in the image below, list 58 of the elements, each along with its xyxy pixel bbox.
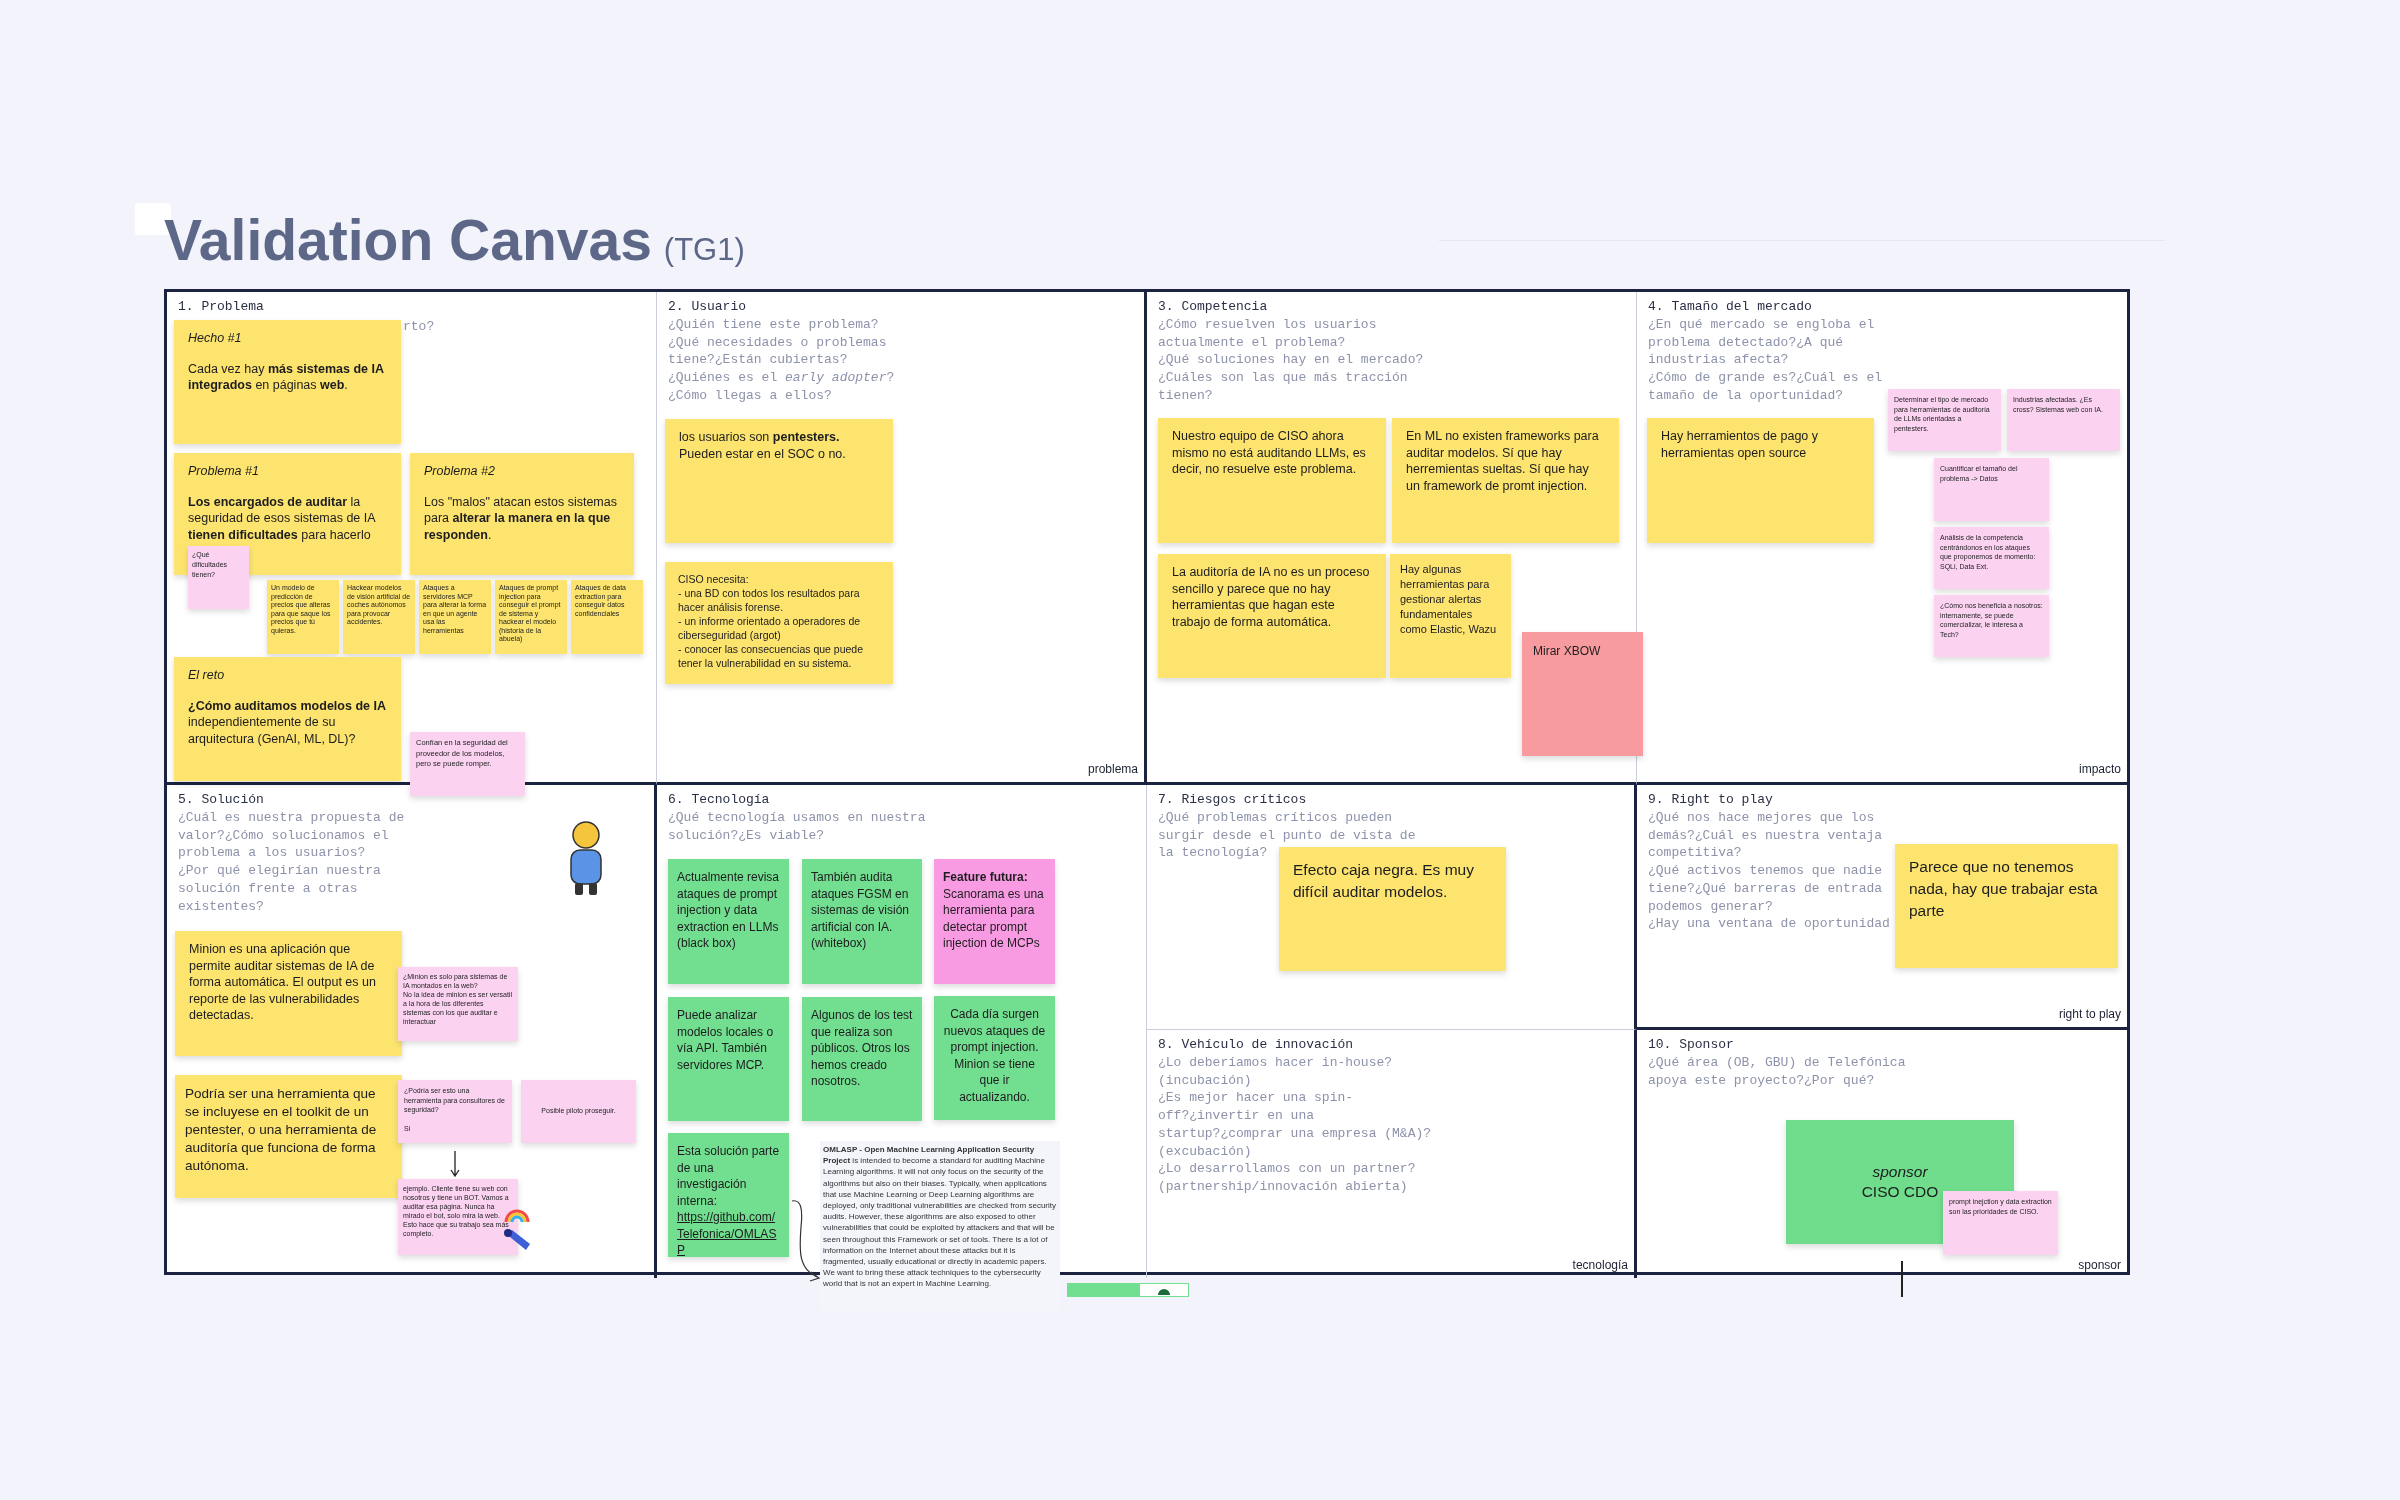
canvas-title: Validation Canvas — [164, 212, 652, 269]
cell-question: ¿Cuál es nuestra propuesta de valor?¿Cómo solucionamos el problema a los usuarios? ¿Por qué elegirían nuestra solución frente a otras existentes? — [178, 809, 405, 916]
cell-question: rto? — [403, 318, 435, 336]
note-label: Problema #2 — [424, 463, 496, 480]
note-text: Los encargados de auditar la seguridad de esos sistemas de IA tienen dificultades para hacerlo — [188, 493, 377, 543]
note-text: Cada vez hay más sistemas de IA integrados en páginas web. — [188, 360, 385, 394]
cell-footer: tecnología — [1572, 1256, 1628, 1274]
note-text: Puede analizar modelos locales o vía API. También servidores MCP. — [677, 1007, 775, 1073]
cell-question: ¿Qué problemas críticos pueden surgir desde el punto de vista de la tecnología? — [1158, 809, 1416, 863]
cell-question: ¿Cómo resuelven los usuarios actualmente el problema? ¿Qué soluciones hay en el mercado? ¿Cuáles son las que más tracción tienen? — [1158, 316, 1424, 405]
note-text: ¿Cómo auditamos modelos de IA independientemente de su arquitectura (GenAI, ML, DL)? — [188, 697, 387, 747]
note-text: CISO necesita: - una BD con todos los resultados para hacer análisis forense. - un informe orientado a operadores de ciberseguridad (argot) - conocer las consecuencias que puede tener la vulnerabilidad en su sistema. — [678, 572, 865, 670]
cell-question: ¿En qué mercado se engloba el problema detectado?¿A qué industrias afecta? ¿Cómo de grande es?¿Cuál es el tamaño de la oportunidad? — [1648, 316, 1883, 405]
cell-heading: 9. Right to play — [1647, 791, 1774, 809]
cell-footer: right to play — [2058, 1005, 2121, 1023]
note-text: Esta solución parte de una investigación interna: https://github.com/Telefonica/OMLASP — [677, 1143, 780, 1259]
link[interactable]: https://github.com/Telefonica/OMLASP — [677, 1209, 780, 1259]
cell-question: ¿Quién tiene este problema? ¿Qué necesidades o problemas tiene?¿Están cubiertas? ¿Quiénes es el early adopter? ¿Cómo llegas a ellos? — [668, 316, 895, 405]
cell-question: ¿Qué nos hace mejores que los demás?¿Cuál es nuestra ventaja competitiva? ¿Qué activos tenemos que nadie tiene?¿Qué barreras de entrada podemos generar? ¿Hay una ventana de oportunidad — [1648, 809, 1890, 933]
note-text: CISO CDO — [1861, 1182, 1939, 1202]
cell-question: ¿Lo deberíamos hacer in-house? (incubación) ¿Es mejor hacer una spin- off?¿invertir en una startup?¿comprar una empresa (M&A)? (excubación) ¿Lo desarrollamos con un partner? (partnership/innovación abierta) — [1158, 1054, 1432, 1196]
note-text: Efecto caja negra. Es muy difícil auditar modelos. — [1293, 860, 1475, 902]
note-text: En ML no existen frameworks para auditar modelos. Sí que hay herremientas sueltas. Sí que hay un framework de promt injection. — [1406, 428, 1600, 494]
cell-heading: 7. Riesgos críticos — [1157, 791, 1308, 809]
cell-heading: 4. Tamaño del mercado — [1647, 298, 1813, 316]
note-label: Hecho #1 — [188, 330, 243, 347]
cell-heading: 5. Solución — [177, 791, 265, 809]
cell-heading: 6. Tecnología — [667, 791, 771, 809]
note-label: El reto — [188, 667, 226, 684]
cell-question: ¿Qué tecnología usamos en nuestra solución?¿Es viable? — [668, 809, 926, 845]
note-text: También audita ataques FGSM en sistemas de visión artificial con IA. (whitebox) — [811, 869, 911, 952]
cell-heading: 8. Vehículo de innovación — [1157, 1036, 1355, 1054]
cell-heading: 2. Usuario — [667, 298, 747, 316]
cell-footer: sponsor — [2078, 1256, 2121, 1274]
note-text: Actualmente revisa ataques de prompt injection y data extraction en LLMs (black box) — [677, 869, 780, 952]
note-text: Podría ser una herramienta que se incluyese en el toolkit de un pentester, o una herramienta de auditoría que funciona de forma autónoma. — [185, 1085, 378, 1175]
note-text: Los "malos" atacan estos sistemas para alterar la manera en la que responden. — [424, 493, 618, 543]
note-text: Hay herramientos de pago y herramientas open source — [1661, 428, 1820, 461]
note-text: los usuarios son pentesters. Pueden estar en el SOC o no. — [679, 429, 847, 462]
note-text: Algunos de los test que realiza son públicos. Otros los hemos creado nosotros. — [811, 1007, 913, 1090]
down-arrow — [450, 1151, 460, 1177]
cell-footer: problema — [1087, 760, 1138, 778]
cell-heading: 10. Sponsor — [1647, 1036, 1735, 1054]
note-text: Mirar XBOW — [1533, 643, 1602, 660]
note-text: Cada día surgen nuevos ataques de prompt injection. Minion se tiene que ir actualizando. — [943, 1006, 1046, 1105]
title-tag: (TG1) — [663, 234, 745, 265]
cell-footer: impacto — [2078, 760, 2121, 778]
note-text: La auditoría de IA no es un proceso sencillo y parece que no hay herramientas que hagan este trabajo de forma automática. — [1172, 564, 1371, 630]
cell-heading: 1. Problema — [177, 298, 265, 316]
cell-question: ¿Qué área (OB, GBU) de Telefónica apoya este proyecto?¿Por qué? — [1648, 1054, 1906, 1090]
note-text: Feature futura: Scanorama es una herramienta para detectar prompt injection de MCPs — [943, 869, 1045, 952]
note-label: Problema #1 — [188, 463, 260, 480]
note-label: sponsor — [1872, 1162, 1928, 1182]
note-text: Nuestro equipo de CISO ahora mismo no está auditando LLMs, es decir, no resuelve este problema. — [1172, 428, 1367, 478]
cell-heading: 3. Competencia — [1157, 298, 1269, 316]
note-text: Hay algunas herramientas para gestionar alertas fundamentales como Elastic, Wazu — [1400, 562, 1498, 637]
note-text: Minion es una aplicación que permite auditar sistemas de IA de forma automática. El output es un reporte de las vulnerabilidades detectadas. — [189, 941, 377, 1024]
note-text: Parece que no tenemos nada, hay que trabajar esta parte — [1909, 857, 2099, 921]
